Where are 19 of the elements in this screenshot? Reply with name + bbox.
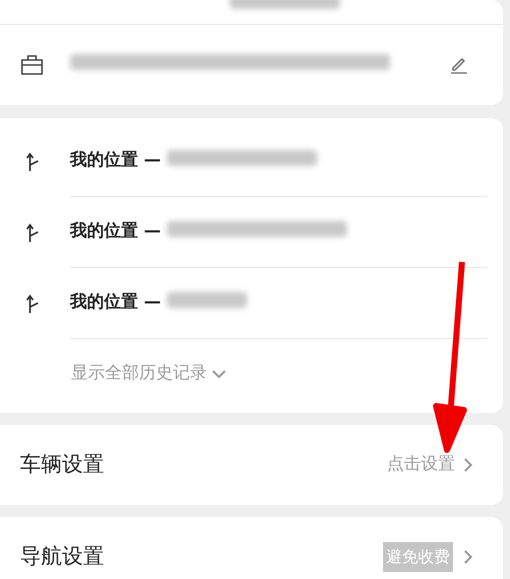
settings-label: 车辆设置 <box>20 451 105 478</box>
briefcase-icon <box>20 54 44 76</box>
settings-row[interactable]: 车辆设置 点击设置 <box>0 425 503 505</box>
edit-icon[interactable] <box>449 55 469 75</box>
settings-value: 点击设置 <box>387 453 455 476</box>
settings-badge: 避免收费 <box>383 542 453 572</box>
route-text: 我的位置 — <box>70 291 161 314</box>
chevron-down-icon <box>211 369 227 379</box>
route-text: 我的位置 — <box>70 220 161 244</box>
turn-arrow-icon <box>26 222 40 242</box>
turn-arrow-icon <box>26 294 40 314</box>
route-text: 我的位置 — <box>70 149 161 172</box>
settings-label: 导航设置 <box>20 543 105 570</box>
settings-row[interactable]: 导航设置 避免收费 <box>0 517 503 579</box>
chevron-right-icon <box>463 457 473 473</box>
chevron-right-icon <box>463 549 473 565</box>
history-item[interactable]: 我的位置 — <box>0 126 503 197</box>
turn-arrow-icon <box>26 152 40 172</box>
history-item[interactable]: 我的位置 — <box>0 197 503 268</box>
